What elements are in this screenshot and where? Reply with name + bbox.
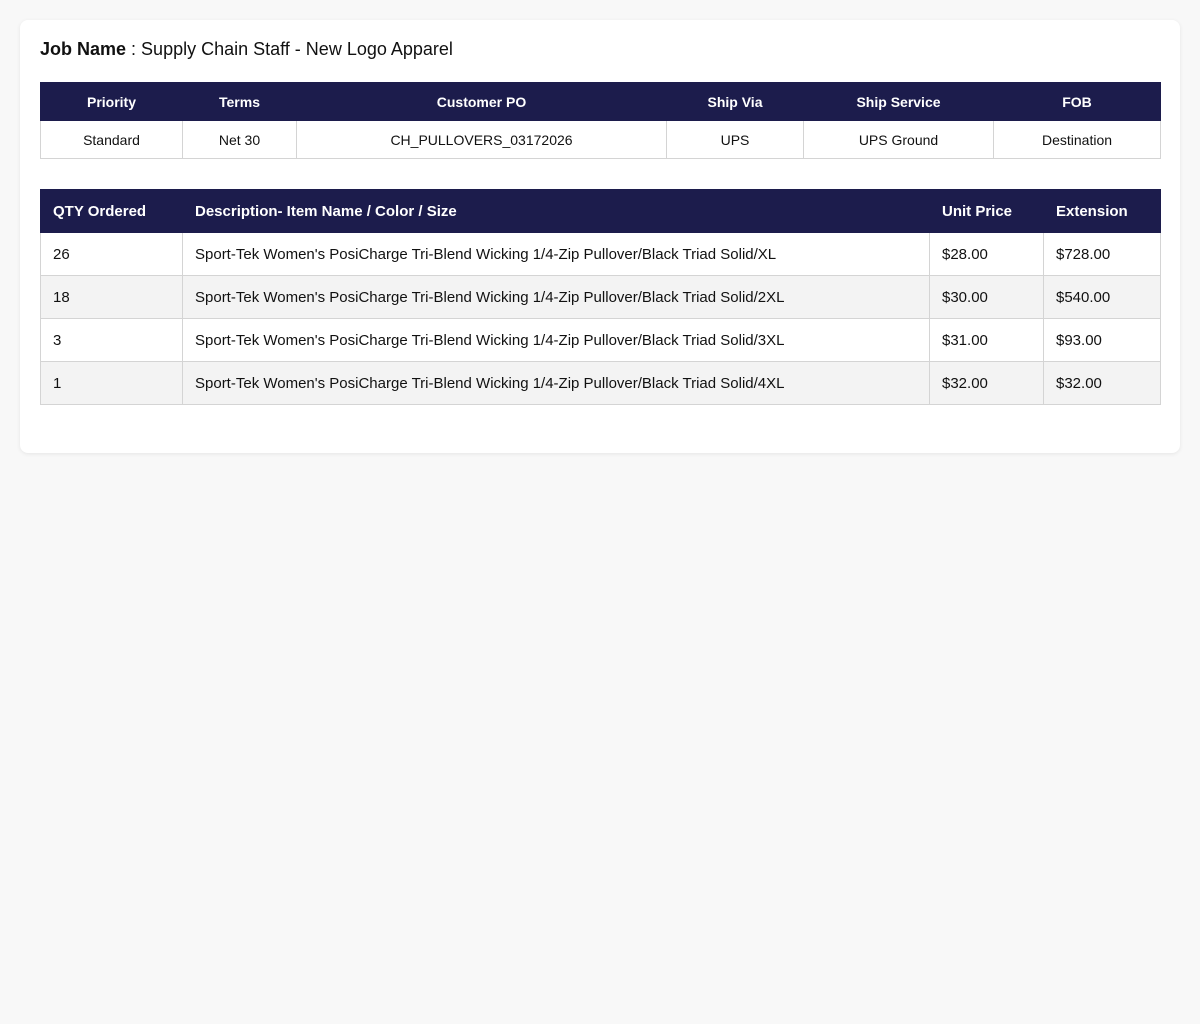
qty-cell: 1 [40,361,183,405]
qty-cell: 3 [40,318,183,362]
ship-via-value: UPS [666,120,804,159]
fob-value: Destination [993,120,1161,159]
extension-header: Extension [1043,189,1161,233]
order-card: Job Name : Supply Chain Staff - New Logo… [20,20,1180,453]
table-row: 26 Sport-Tek Women's PosiCharge Tri-Blen… [40,232,1161,276]
extension-cell: $32.00 [1043,361,1161,405]
description-cell: Sport-Tek Women's PosiCharge Tri-Blend W… [182,275,930,319]
fob-header: FOB [993,82,1161,121]
job-name-separator: : [126,39,142,59]
unit-price-header: Unit Price [929,189,1044,233]
description-cell: Sport-Tek Women's PosiCharge Tri-Blend W… [182,361,930,405]
table-row: 18 Sport-Tek Women's PosiCharge Tri-Blen… [40,275,1161,319]
job-name-line: Job Name : Supply Chain Staff - New Logo… [40,38,1160,60]
terms-value: Net 30 [182,120,297,159]
qty-cell: 18 [40,275,183,319]
description-header: Description- Item Name / Color / Size [182,189,930,233]
customer-po-header: Customer PO [296,82,667,121]
extension-cell: $728.00 [1043,232,1161,276]
unit-price-cell: $30.00 [929,275,1044,319]
qty-cell: 26 [40,232,183,276]
ship-service-value: UPS Ground [803,120,994,159]
qty-ordered-header: QTY Ordered [40,189,183,233]
priority-value: Standard [40,120,183,159]
order-info-header-row: Priority Terms Customer PO Ship Via Ship… [40,82,1161,121]
extension-cell: $540.00 [1043,275,1161,319]
priority-header: Priority [40,82,183,121]
order-info-table: Priority Terms Customer PO Ship Via Ship… [40,82,1161,159]
job-name-label: Job Name [40,39,127,59]
ship-via-header: Ship Via [666,82,804,121]
table-row: 1 Sport-Tek Women's PosiCharge Tri-Blend… [40,361,1161,405]
unit-price-cell: $28.00 [929,232,1044,276]
unit-price-cell: $32.00 [929,361,1044,405]
description-cell: Sport-Tek Women's PosiCharge Tri-Blend W… [182,232,930,276]
line-items-table: QTY Ordered Description- Item Name / Col… [40,189,1161,405]
order-info-value-row: Standard Net 30 CH_PULLOVERS_03172026 UP… [40,120,1161,159]
terms-header: Terms [182,82,297,121]
table-row: 3 Sport-Tek Women's PosiCharge Tri-Blend… [40,318,1161,362]
line-items-header-row: QTY Ordered Description- Item Name / Col… [40,189,1161,233]
extension-cell: $93.00 [1043,318,1161,362]
description-cell: Sport-Tek Women's PosiCharge Tri-Blend W… [182,318,930,362]
job-name-value: Supply Chain Staff - New Logo Apparel [141,39,453,59]
customer-po-value: CH_PULLOVERS_03172026 [296,120,667,159]
unit-price-cell: $31.00 [929,318,1044,362]
ship-service-header: Ship Service [803,82,994,121]
